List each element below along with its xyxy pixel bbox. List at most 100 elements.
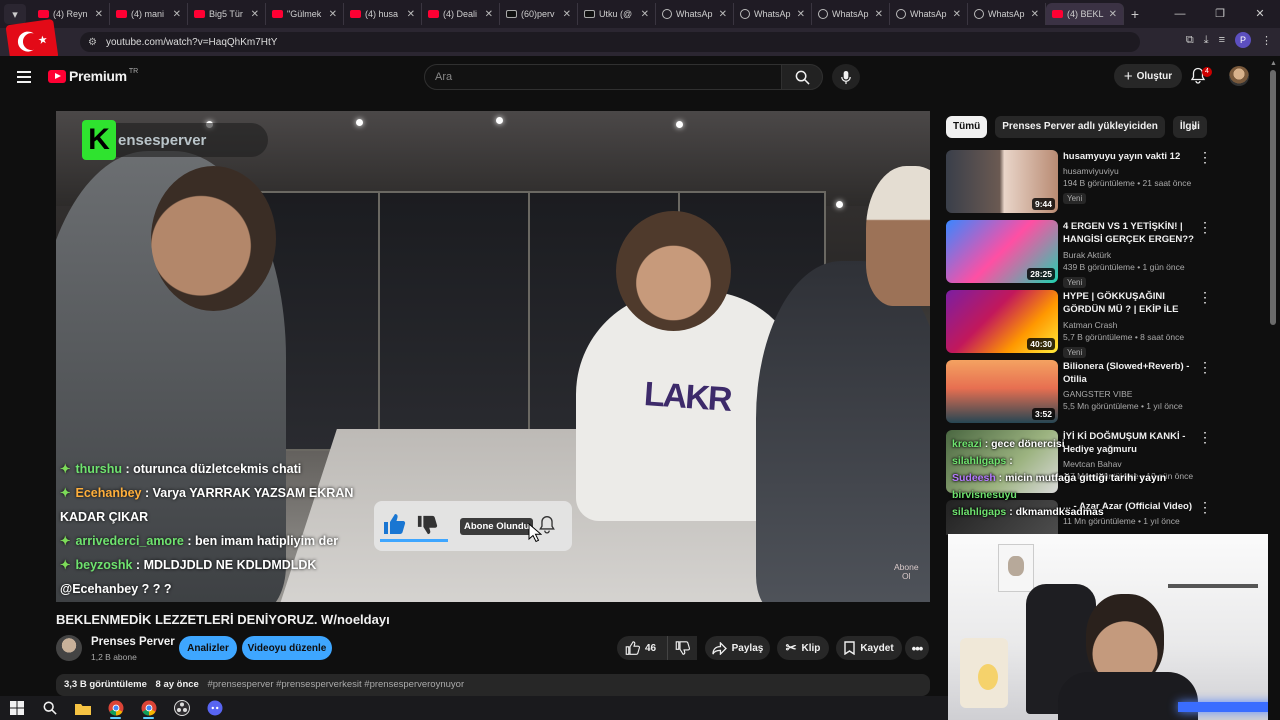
analytics-button[interactable]: Analizler [179,636,237,660]
hashtags[interactable]: #prensesperver #prensesperverkesit #pren… [207,679,464,690]
close-tab-icon[interactable]: ✕ [797,9,805,20]
video-title[interactable]: 4 ERGEN VS 1 YETİŞKİN! | HANGİSİ GERÇEK … [1063,220,1203,247]
browser-menu-icon[interactable]: ⋮ [1261,34,1272,47]
video-title[interactable]: Bilionera (Slowed+Reverb) - Otilia [1063,360,1203,386]
edit-video-button[interactable]: Videoyu düzenle [242,636,332,660]
close-tab-icon[interactable]: ✕ [1031,9,1039,20]
browser-tab[interactable]: WhatsAp ✕ [734,3,812,25]
discord-icon[interactable] [198,696,231,720]
url-text[interactable]: youtube.com/watch?v=HaqQhKm7HtY [106,37,277,48]
search-button[interactable] [781,64,823,90]
video-thumbnail[interactable]: 9:44 [946,150,1058,213]
windows-start-icon[interactable] [0,696,33,720]
browser-tab[interactable]: (4) Deali ✕ [422,3,500,25]
browser-tab[interactable]: "Gülmek ✕ [266,3,344,25]
close-tab-icon[interactable]: ✕ [641,9,649,20]
tab-label: Big5 Tür [209,9,243,19]
create-button[interactable]: + Oluştur [1114,64,1182,88]
browser-tab[interactable]: (4) mani ✕ [110,3,188,25]
video-title[interactable]: HYPE | GÖKKUŞAĞINI GÖRDÜN MÜ ? | EKİP İL… [1063,290,1203,317]
more-vertical-icon[interactable]: ⋮ [1198,360,1212,374]
filter-chip[interactable]: Tümü [946,116,988,138]
close-tab-icon[interactable]: ✕ [953,9,961,20]
browser-tab[interactable]: (4) BEKL ✕ [1046,3,1124,25]
restore-icon[interactable]: ❐ [1200,0,1240,28]
hamburger-menu-icon[interactable] [17,71,31,86]
browser-tab[interactable]: WhatsAp ✕ [656,3,734,25]
profile-avatar[interactable]: P [1235,32,1251,48]
dislike-button[interactable] [667,636,697,660]
recommended-video[interactable]: 40:30 HYPE | GÖKKUŞAĞINI GÖRDÜN MÜ ? | EK… [946,290,1222,360]
browser-tab[interactable]: (4) husa ✕ [344,3,422,25]
browser-tab[interactable]: Utku (@ ✕ [578,3,656,25]
close-window-icon[interactable]: ✕ [1240,0,1280,28]
recommended-video[interactable]: 9:44 husamyuyu yayın vakti 12 husamviyuviy… [946,150,1222,220]
chrome-icon[interactable] [132,696,165,720]
close-tab-icon[interactable]: ✕ [1109,9,1117,20]
channel-name[interactable]: husamviyuviyu [1063,166,1203,176]
browser-tab[interactable]: (60)perv ✕ [500,3,578,25]
site-info-icon[interactable]: ⚙ [88,37,104,48]
close-tab-icon[interactable]: ✕ [329,9,337,20]
more-vertical-icon[interactable]: ⋮ [1198,290,1212,304]
omnibox[interactable]: ⚙ youtube.com/watch?v=HaqQhKm7HtY [80,32,1140,52]
stream-chat-overlay-sidebar: kreazi : gece dönercisi silahligaps : Sude… [952,436,1212,521]
download-icon[interactable]: ⤓ [1204,34,1209,47]
close-tab-icon[interactable]: ✕ [563,9,571,20]
channel-name[interactable]: Prenses Perver [91,636,175,648]
new-tab-button[interactable]: + [1124,6,1146,22]
recommended-video[interactable]: 28:25 4 ERGEN VS 1 YETİŞKİN! | HANGİSİ GE… [946,220,1222,290]
windows-taskbar [0,696,948,720]
channel-avatar[interactable] [56,635,82,661]
chevron-right-icon[interactable]: › [1192,118,1197,134]
youtube-premium-logo[interactable]: Premium TR [48,68,138,84]
page-scrollbar[interactable] [1270,70,1276,325]
browser-tab[interactable]: WhatsAp ✕ [968,3,1046,25]
share-button[interactable]: Paylaş [705,636,770,660]
search-input[interactable]: Ara [424,64,782,90]
extensions-icon[interactable]: ⧉ [1186,34,1194,47]
filter-chip[interactable]: Prenses Perver adlı yükleyiciden [995,116,1165,138]
video-thumbnail[interactable]: 40:30 [946,290,1058,353]
search-icon[interactable] [33,696,66,720]
close-tab-icon[interactable]: ✕ [485,9,493,20]
obs-icon[interactable] [165,696,198,720]
stream-chat-overlay: ✦ thurshu : oturunca düzletcekmis chati ✦ E… [60,457,380,601]
close-tab-icon[interactable]: ✕ [719,9,727,20]
close-tab-icon[interactable]: ✕ [407,9,415,20]
video-thumbnail[interactable]: 3:52 [946,360,1058,423]
video-player[interactable]: LAKR K ensesperver ✦ thurshu : oturunca d… [56,111,930,602]
more-vertical-icon[interactable]: ⋮ [1198,150,1212,164]
scroll-up-arrow-icon[interactable]: ▲ [1270,60,1277,67]
filter-chip[interactable]: İlgili [1172,116,1207,138]
voice-search-button[interactable] [832,64,860,90]
browser-tab[interactable]: Big5 Tür ✕ [188,3,266,25]
browser-tab[interactable]: WhatsAp ✕ [890,3,968,25]
close-tab-icon[interactable]: ✕ [251,9,259,20]
tab-search-icon[interactable]: ▾ [4,4,26,24]
browser-tab[interactable]: WhatsAp ✕ [812,3,890,25]
file-explorer-icon[interactable] [66,696,99,720]
recommended-video[interactable]: 3:52 Bilionera (Slowed+Reverb) - Otilia GA… [946,360,1222,430]
share-icon [711,641,727,655]
channel-name[interactable]: GANGSTER VIBE [1063,389,1203,399]
chrome-icon[interactable] [99,696,132,720]
close-tab-icon[interactable]: ✕ [95,9,103,20]
video-title[interactable]: husamyuyu yayın vakti 12 [1063,150,1203,163]
close-tab-icon[interactable]: ✕ [173,9,181,20]
video-thumbnail[interactable]: 28:25 [946,220,1058,283]
close-tab-icon[interactable]: ✕ [875,9,883,20]
account-avatar[interactable] [1229,66,1249,86]
channel-name[interactable]: Katman Crash [1063,320,1203,330]
channel-name[interactable]: Burak Aktürk [1063,250,1203,260]
youtube-icon [1052,10,1063,18]
plus-icon: + [1123,67,1133,85]
chat-nick: arrivederci_amore [75,534,184,548]
more-actions-button[interactable]: ••• [905,636,929,660]
more-vertical-icon[interactable]: ⋮ [1198,220,1212,234]
description-box[interactable]: 3,3 B görüntüleme 8 ay önce #prensesperv… [56,674,930,696]
minimize-icon[interactable]: — [1160,0,1200,28]
clip-button[interactable]: ✂ Klip [777,636,829,660]
media-icon[interactable]: ≡ [1219,34,1225,46]
save-button[interactable]: Kaydet [836,636,902,660]
